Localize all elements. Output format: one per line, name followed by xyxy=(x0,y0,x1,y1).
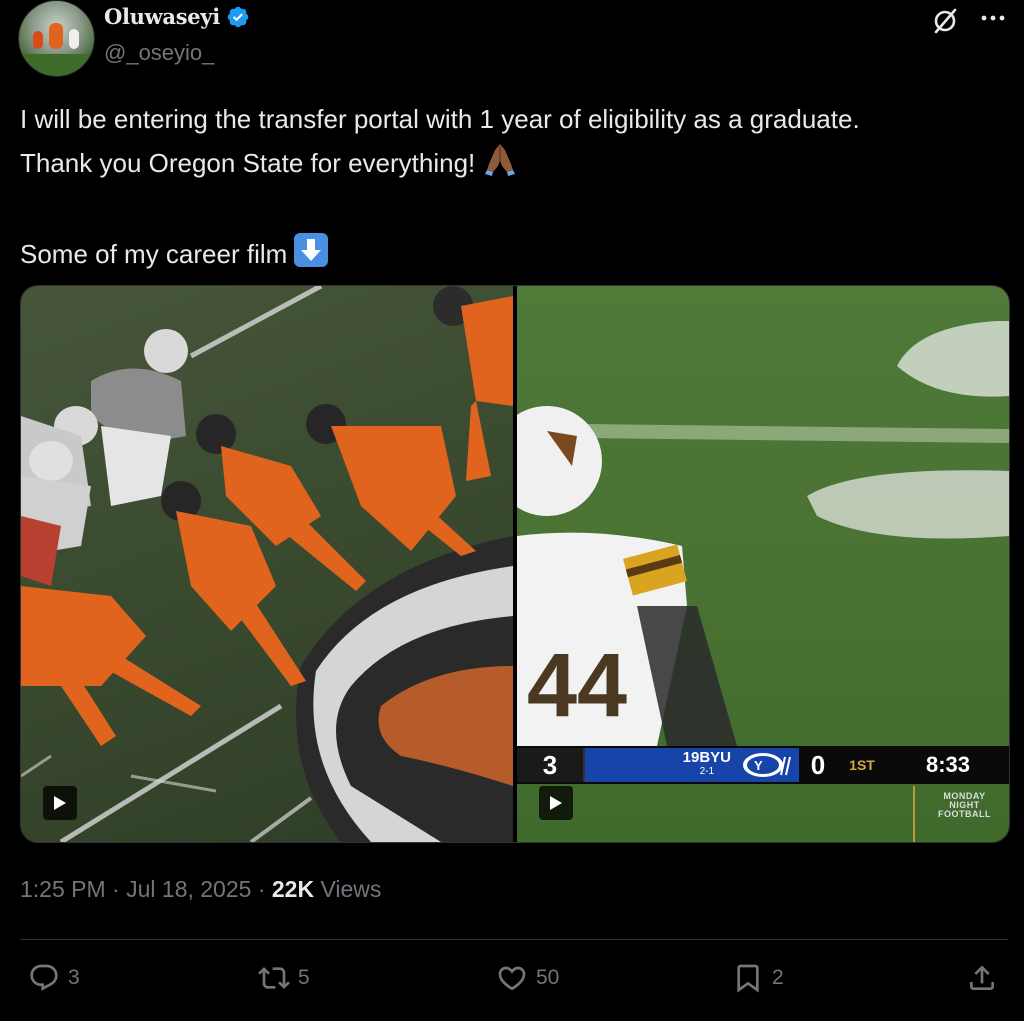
share-icon xyxy=(970,965,994,990)
scorebug-left-score: 3 xyxy=(517,748,585,782)
football-scene-right: 44 xyxy=(517,321,1009,746)
views-label: Views xyxy=(320,876,382,902)
svg-text:Y: Y xyxy=(754,758,763,773)
scorebug: 3 19BYU 2-1 Y 0 1ST 8:33 xyxy=(517,746,1009,784)
football-scene-left xyxy=(21,286,513,842)
divider xyxy=(20,939,1008,940)
folded-hands-icon xyxy=(481,140,519,190)
separator: · xyxy=(257,876,266,902)
grok-icon[interactable] xyxy=(930,6,960,36)
media-grid[interactable]: 44 3 19BYU 2-1 Y 0 1ST 8:33 MONDAY NIGHT… xyxy=(20,285,1010,843)
scorebug-clock: 8:33 xyxy=(925,752,971,777)
tweet-line-with-emoji: Thank you Oregon State for everything! xyxy=(20,140,1020,190)
bookmark-button[interactable]: 2 xyxy=(732,962,784,994)
play-icon xyxy=(550,796,562,810)
avatar-player xyxy=(33,31,43,49)
repost-count: 5 xyxy=(298,966,310,989)
scorebug-quarter: 1ST xyxy=(849,757,875,773)
svg-text:44: 44 xyxy=(527,636,627,736)
tweet-time[interactable]: 1:25 PM xyxy=(20,876,106,902)
avatar[interactable] xyxy=(18,0,95,77)
verified-badge-icon xyxy=(227,6,249,27)
bookmark-count: 2 xyxy=(772,966,784,989)
reply-icon xyxy=(30,964,58,991)
bookmark-icon xyxy=(737,964,759,993)
down-arrow-icon xyxy=(293,232,329,280)
avatar-field xyxy=(19,54,94,76)
display-name[interactable]: Oluwaseyi xyxy=(104,4,220,29)
more-options-icon[interactable] xyxy=(978,8,1008,28)
author-handle[interactable]: @_oseyio_ xyxy=(104,40,214,66)
scorebug-right-score: 0 xyxy=(810,749,826,780)
video-right[interactable]: 44 3 19BYU 2-1 Y 0 1ST 8:33 MONDAY NIGHT… xyxy=(517,286,1009,842)
network-divider xyxy=(913,786,915,842)
scorebug-team-name: 19BYU 2-1 xyxy=(682,749,731,777)
separator: · xyxy=(112,876,120,902)
tweet-line: I will be entering the transfer portal w… xyxy=(20,104,860,134)
tweet-date[interactable]: Jul 18, 2025 xyxy=(126,876,251,902)
author-name-row: Oluwaseyi xyxy=(104,4,250,29)
reply-count: 3 xyxy=(68,966,80,989)
avatar-player xyxy=(49,23,63,49)
scorebug-team: 19BYU 2-1 Y xyxy=(585,748,799,782)
avatar-player xyxy=(69,29,79,49)
play-button[interactable] xyxy=(539,786,573,820)
tweet-text: I will be entering the transfer portal w… xyxy=(20,98,1020,280)
views-count: 22K xyxy=(271,876,315,902)
share-button[interactable] xyxy=(966,962,998,994)
byu-logo-icon: Y xyxy=(743,753,791,777)
tweet-line-with-emoji: Some of my career film xyxy=(20,232,1020,280)
heart-icon xyxy=(498,966,526,991)
tweet-meta: 1:25 PM · Jul 18, 2025 · 22K Views xyxy=(20,876,381,903)
like-button[interactable]: 50 xyxy=(496,962,559,994)
network-logo: MONDAY NIGHT FOOTBALL xyxy=(938,791,991,819)
reply-button[interactable]: 3 xyxy=(28,962,80,994)
play-button[interactable] xyxy=(43,786,77,820)
repost-icon xyxy=(258,967,290,989)
play-icon xyxy=(54,796,66,810)
video-left[interactable] xyxy=(21,286,513,842)
like-count: 50 xyxy=(536,966,560,989)
repost-button[interactable]: 5 xyxy=(258,962,310,994)
